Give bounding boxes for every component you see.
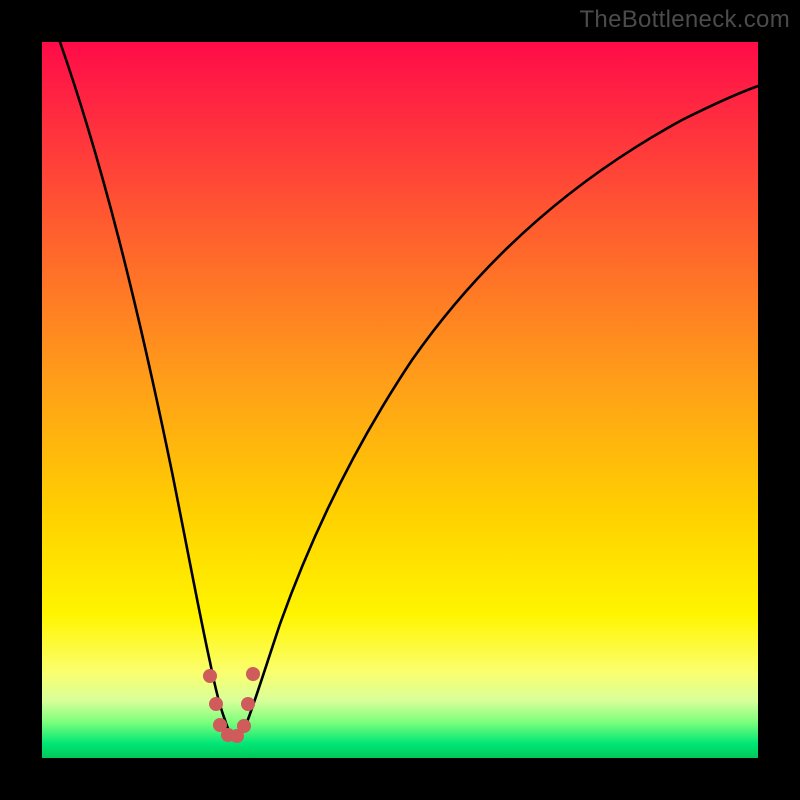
marker-dot bbox=[246, 667, 260, 681]
marker-dot bbox=[241, 697, 255, 711]
bottleneck-curve bbox=[60, 42, 758, 736]
curve-svg bbox=[42, 42, 758, 758]
marker-dot bbox=[203, 669, 217, 683]
outer-frame: TheBottleneck.com bbox=[0, 0, 800, 800]
marker-dot bbox=[237, 719, 251, 733]
watermark-text: TheBottleneck.com bbox=[579, 6, 790, 34]
marker-dot bbox=[209, 697, 223, 711]
plot-area bbox=[42, 42, 758, 758]
marker-group bbox=[203, 667, 260, 743]
